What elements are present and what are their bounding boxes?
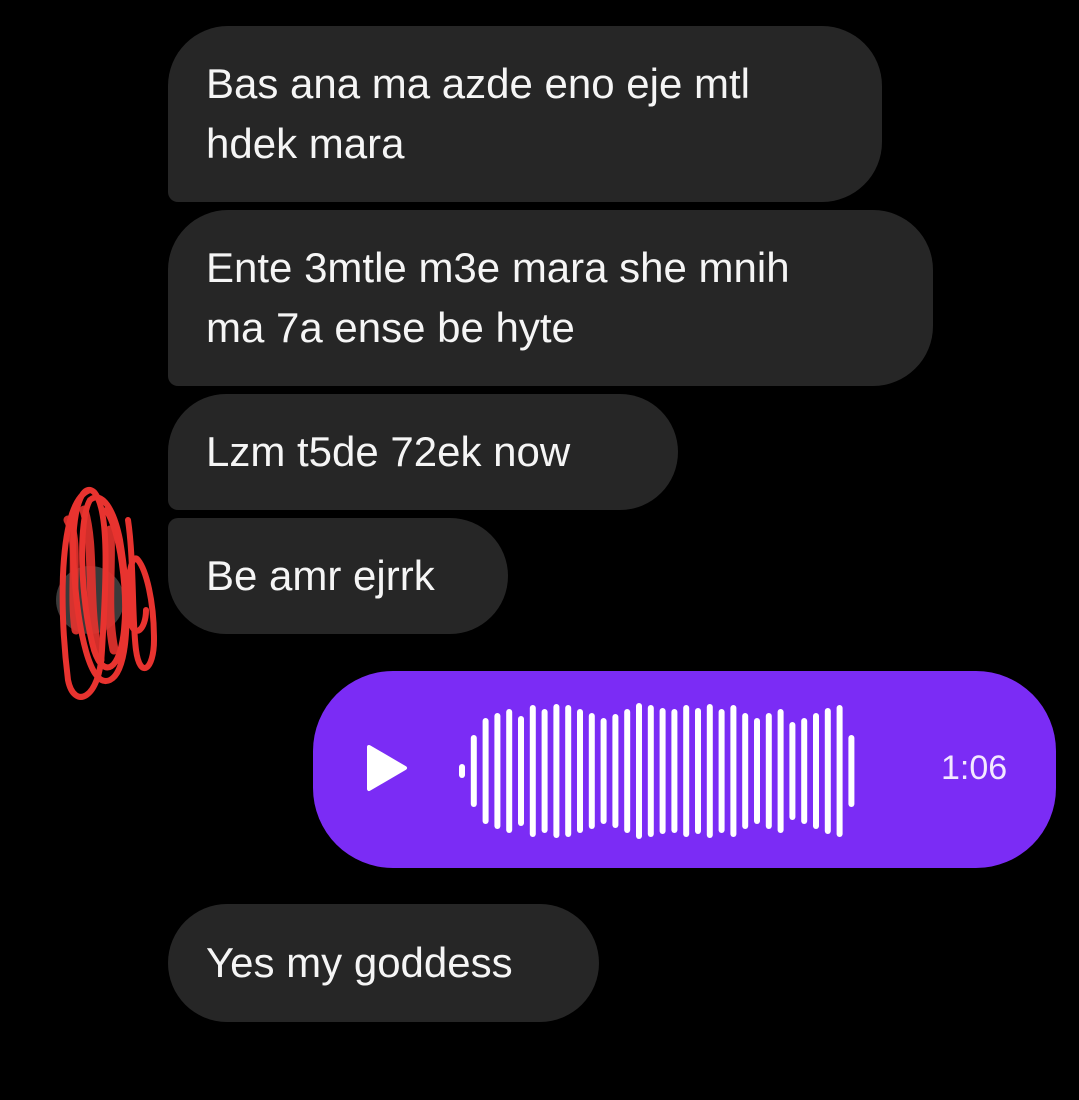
message-text: Ente 3mtle m3e mara she mnih ma 7a ense … <box>206 244 790 351</box>
message-text: Yes my goddess <box>206 939 513 986</box>
message-bubble-received[interactable]: Ente 3mtle m3e mara she mnih ma 7a ense … <box>168 210 933 386</box>
message-bubble-received[interactable]: Lzm t5de 72ek now <box>168 394 678 510</box>
redaction-scribble <box>56 487 158 700</box>
audio-waveform[interactable] <box>456 691 926 851</box>
message-text: Lzm t5de 72ek now <box>206 428 571 475</box>
voice-message-bubble[interactable]: 1:06 <box>313 671 1056 868</box>
message-bubble-received[interactable]: Bas ana ma azde eno eje mtl hdek mara <box>168 26 882 202</box>
voice-duration: 1:06 <box>941 749 1008 787</box>
message-bubble-received[interactable]: Yes my goddess <box>168 904 599 1022</box>
sender-avatar[interactable] <box>50 480 162 710</box>
message-bubble-received[interactable]: Be amr ejrrk <box>168 518 508 634</box>
chat-thread: Bas ana ma azde eno eje mtl hdek mara En… <box>0 0 1079 1100</box>
message-text: Bas ana ma azde eno eje mtl hdek mara <box>206 60 750 167</box>
message-text: Be amr ejrrk <box>206 552 435 599</box>
play-icon[interactable] <box>365 743 409 793</box>
